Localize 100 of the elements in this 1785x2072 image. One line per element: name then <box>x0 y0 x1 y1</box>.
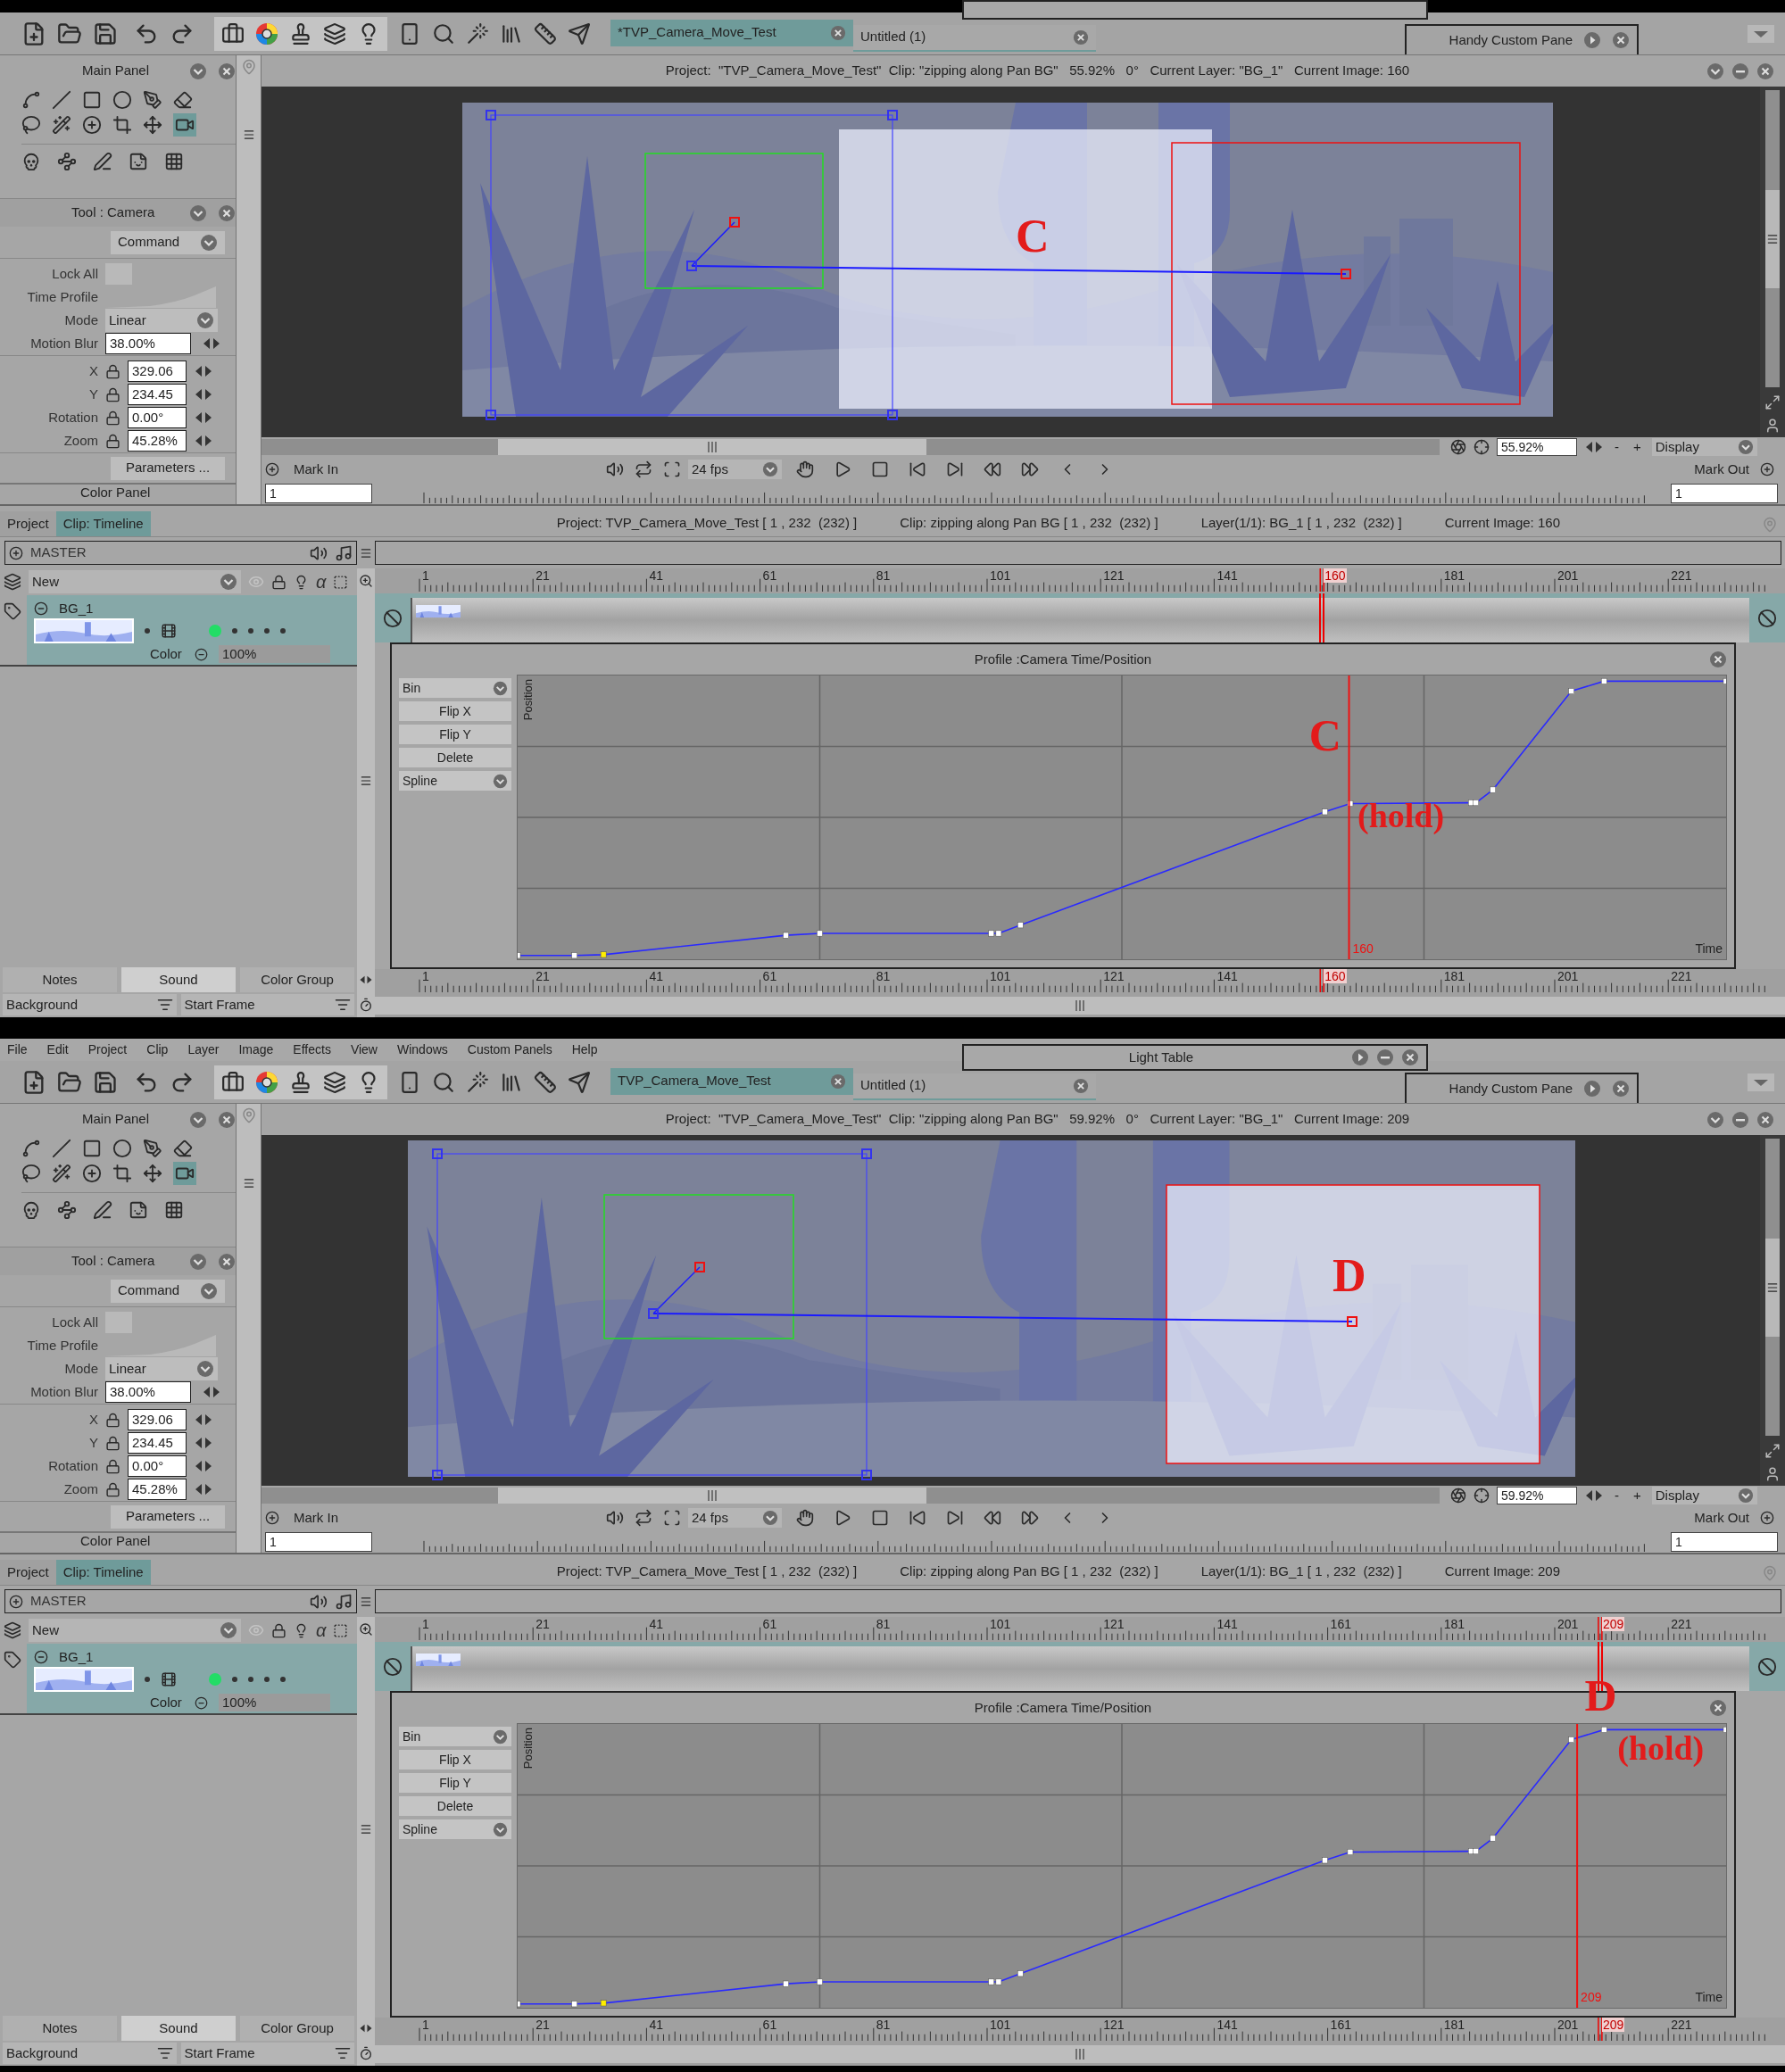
playhead[interactable] <box>1319 593 1325 642</box>
lock-icon[interactable] <box>105 386 120 402</box>
line-tool-icon[interactable] <box>52 90 71 110</box>
keyframe-point[interactable] <box>600 2000 607 2007</box>
save-icon[interactable] <box>93 1069 118 1095</box>
layers-icon[interactable] <box>4 573 21 591</box>
splitter-icon[interactable] <box>242 1177 255 1189</box>
grip-icon[interactable] <box>1766 1280 1779 1294</box>
grip-icon[interactable] <box>1766 232 1779 245</box>
panel-tab[interactable]: Sound <box>121 967 236 992</box>
keyframe-point[interactable] <box>1600 677 1607 684</box>
expand-icon[interactable] <box>1351 1048 1369 1066</box>
ruler-icon[interactable] <box>534 21 557 46</box>
loop-icon[interactable] <box>635 460 652 478</box>
dropdown-field[interactable]: Background <box>3 994 177 1015</box>
color-wheel-icon[interactable] <box>255 1070 278 1094</box>
grid-icon[interactable] <box>164 1200 184 1220</box>
send-icon[interactable] <box>568 1070 591 1094</box>
zoom-icon[interactable] <box>359 574 373 588</box>
stamp-icon[interactable] <box>289 21 312 46</box>
toolbox-icon[interactable] <box>221 1070 245 1094</box>
lock-icon[interactable] <box>105 1458 120 1474</box>
lock-icon[interactable] <box>105 363 120 379</box>
document-tab[interactable]: *TVP_Camera_Move_Test <box>610 19 853 46</box>
frame-handle[interactable] <box>432 1470 443 1480</box>
path-tool-icon[interactable] <box>57 1200 77 1220</box>
collapse-icon[interactable] <box>34 601 48 616</box>
menu-item[interactable]: View <box>350 1040 378 1059</box>
timeline-tab[interactable]: Clip: Timeline <box>55 511 151 536</box>
menu-item[interactable]: Help <box>571 1040 598 1059</box>
close-tab-icon[interactable] <box>830 1073 846 1090</box>
stamp-icon[interactable] <box>289 1070 312 1094</box>
master-track[interactable]: MASTER <box>4 541 357 565</box>
lasso-tool-icon[interactable] <box>21 115 41 135</box>
alpha-lock-button[interactable]: α <box>316 573 327 591</box>
no-sign-icon[interactable] <box>1757 1656 1777 1677</box>
stop-icon[interactable] <box>871 460 889 478</box>
first-frame-icon[interactable] <box>909 460 926 478</box>
close-icon[interactable] <box>1612 1080 1630 1098</box>
fit-icon[interactable] <box>1764 394 1781 410</box>
menu-item[interactable]: Custom Panels <box>467 1040 552 1059</box>
save-icon[interactable] <box>93 21 118 46</box>
close-icon[interactable] <box>1756 1110 1774 1129</box>
hand-icon[interactable] <box>796 1509 814 1527</box>
profile-button[interactable]: Delete <box>399 748 511 767</box>
zoom-field[interactable]: 55.92% <box>1497 438 1577 456</box>
mode-select[interactable]: Linear <box>105 309 218 332</box>
layers-icon[interactable] <box>323 21 346 46</box>
parameters-button[interactable]: Parameters ... <box>111 456 225 480</box>
crosshair-icon[interactable] <box>1474 1488 1490 1504</box>
search-icon[interactable] <box>432 21 455 46</box>
keyframe-point[interactable] <box>817 1978 823 1985</box>
stepper-arrows-icon[interactable] <box>194 1460 213 1472</box>
zoom-icon[interactable] <box>359 1622 373 1637</box>
frame-handle[interactable] <box>486 110 496 120</box>
camera-end-frame[interactable] <box>1166 1184 1540 1464</box>
splitter-icon[interactable] <box>360 774 372 787</box>
master-strip[interactable] <box>375 1589 1781 1613</box>
skull-icon[interactable] <box>21 1200 41 1220</box>
keyframe-point[interactable] <box>1347 800 1354 807</box>
minimize-icon[interactable] <box>1731 62 1749 80</box>
expand-icon[interactable] <box>1583 31 1601 49</box>
first-frame-icon[interactable] <box>909 1509 926 1527</box>
scrollbar-thumb[interactable] <box>498 439 926 455</box>
menu-item[interactable]: File <box>7 1040 28 1059</box>
keyframe-point[interactable] <box>1017 1970 1024 1977</box>
mark-out-field[interactable]: 1 <box>1671 1531 1778 1552</box>
dropdown-field[interactable]: Start Frame <box>180 994 354 1015</box>
color-wheel-icon[interactable] <box>255 21 278 46</box>
layer-row[interactable]: BG_1 Color 100% <box>27 1644 357 1713</box>
master-track[interactable]: MASTER <box>4 1589 357 1613</box>
pen-icon[interactable] <box>93 152 112 171</box>
stepper-arrows-icon[interactable] <box>1584 1489 1604 1502</box>
lock-icon[interactable] <box>105 1435 120 1451</box>
keyframe-point[interactable] <box>783 932 789 939</box>
list-menu-icon[interactable] <box>335 2045 351 2061</box>
zoom-out-button[interactable]: - <box>1615 1485 1619 1506</box>
profile-button[interactable]: Flip Y <box>399 1773 511 1793</box>
path-point[interactable] <box>1347 1316 1357 1327</box>
last-frame-icon[interactable] <box>946 460 964 478</box>
stepper-arrows-icon[interactable] <box>194 435 213 447</box>
no-sign-icon[interactable] <box>383 1656 403 1677</box>
bezier-tool-icon[interactable] <box>143 1139 162 1158</box>
path-handle[interactable] <box>729 217 740 228</box>
frame-handle[interactable] <box>486 410 496 420</box>
selection-icon[interactable] <box>333 574 349 590</box>
path-handle[interactable] <box>694 1262 705 1272</box>
scrollbar-track[interactable] <box>1765 90 1780 387</box>
speaker-icon[interactable] <box>310 543 328 562</box>
fit-icon[interactable] <box>1764 1443 1781 1459</box>
panel-tab[interactable]: Color Group <box>240 967 354 992</box>
mark-in-field[interactable]: 1 <box>265 483 372 503</box>
expand-icon[interactable] <box>1583 1080 1601 1098</box>
search-icon[interactable] <box>432 1070 455 1094</box>
display-select[interactable]: Display <box>1651 438 1757 456</box>
close-tab-icon[interactable] <box>830 24 846 41</box>
keyframe-point[interactable] <box>1600 1726 1607 1733</box>
keyframe-point[interactable] <box>1017 922 1024 929</box>
number-field[interactable]: 329.06 <box>128 1409 187 1430</box>
rewind-icon[interactable] <box>984 460 1001 478</box>
